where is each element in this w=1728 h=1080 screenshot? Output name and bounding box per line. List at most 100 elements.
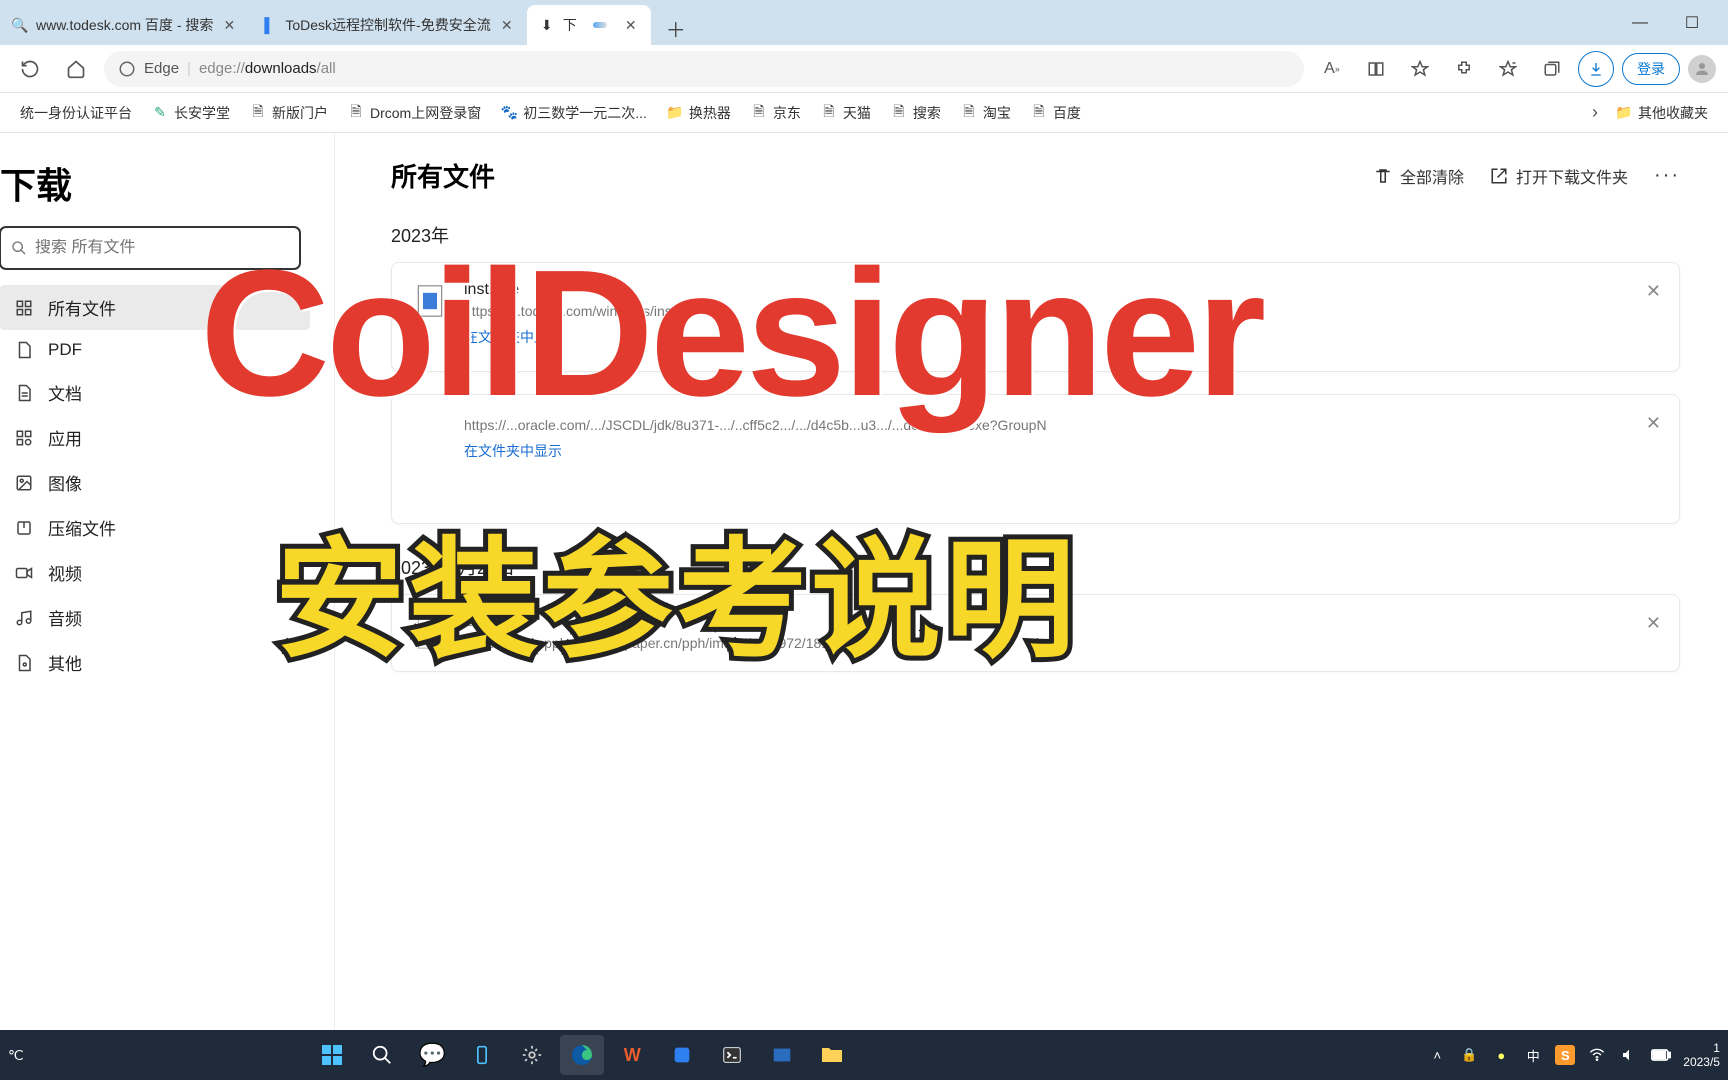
split-icon[interactable] <box>1358 51 1394 87</box>
file-icon: 🗎 <box>348 105 364 121</box>
file-icon: 🗎 <box>891 105 907 121</box>
chevron-up-icon[interactable]: ˄ <box>1427 1045 1447 1065</box>
remove-download-button[interactable]: ✕ <box>1646 413 1661 434</box>
taskbar-explorer[interactable] <box>810 1035 854 1075</box>
browser-tab[interactable]: ▌ ToDesk远程控制软件-免费安全流 ✕ <box>249 5 526 45</box>
start-button[interactable] <box>310 1035 354 1075</box>
system-tray: ˄ 🔒 ● 中 S 1 2023/5 <box>1427 1041 1720 1070</box>
collections-icon[interactable] <box>1490 51 1526 87</box>
baidu-icon: 🐾 <box>501 105 517 121</box>
todesk-icon: ▌ <box>261 17 277 33</box>
ime-brand-icon[interactable]: S <box>1555 1045 1575 1065</box>
taskbar-wps[interactable]: W <box>610 1035 654 1075</box>
bookmark-item[interactable]: 🗎新版门户 <box>242 99 336 127</box>
header-actions: 全部清除 打开下载文件夹 ··· <box>1374 164 1680 188</box>
favorite-icon[interactable] <box>1402 51 1438 87</box>
other-icon <box>14 653 34 673</box>
new-tab-button[interactable]: ＋ <box>659 11 693 45</box>
text-size-icon[interactable]: A» <box>1314 51 1350 87</box>
doc-icon <box>14 383 34 403</box>
more-button[interactable]: ··· <box>1654 164 1680 187</box>
tray-app-icon[interactable]: 🔒 <box>1459 1045 1479 1065</box>
taskbar-phone[interactable] <box>460 1035 504 1075</box>
downloads-icon[interactable] <box>1578 51 1614 87</box>
bookmark-item[interactable]: 🗎京东 <box>743 99 809 127</box>
bookmark-item[interactable]: 🗎Drcom上网登录窗 <box>340 99 489 127</box>
home-button[interactable] <box>58 51 94 87</box>
bookmark-item[interactable]: 统一身份认证平台 <box>12 99 140 127</box>
video-icon <box>14 563 34 583</box>
tab-bar: 🔍 www.todesk.com 百度 - 搜索 ✕ ▌ ToDesk远程控制软… <box>0 0 1728 45</box>
wifi-icon[interactable] <box>1587 1045 1607 1065</box>
open-external-icon <box>1490 167 1508 185</box>
tabs-icon[interactable] <box>1534 51 1570 87</box>
clock[interactable]: 1 2023/5 <box>1683 1041 1720 1070</box>
file-icon: 🗎 <box>751 105 767 121</box>
tab-title: www.todesk.com 百度 - 搜索 <box>36 15 213 35</box>
trash-icon <box>1374 167 1392 185</box>
taskbar-app[interactable] <box>760 1035 804 1075</box>
close-icon[interactable]: ✕ <box>623 17 639 33</box>
url-text: edge://downloads/all <box>199 60 336 77</box>
weather-widget[interactable]: ℃ <box>8 1047 24 1064</box>
bookmark-item[interactable]: 📁换热器 <box>659 99 739 127</box>
bookmark-item[interactable]: 🐾初三数学一元二次... <box>493 99 655 127</box>
bookmark-item[interactable]: 🗎搜索 <box>883 99 949 127</box>
overlay-title: CoilDesigner <box>200 230 1262 437</box>
other-bookmarks[interactable]: 📁其他收藏夹 <box>1608 99 1716 127</box>
image-icon <box>14 473 34 493</box>
ime-icon[interactable]: 中 <box>1523 1045 1543 1065</box>
close-icon[interactable]: ✕ <box>499 17 515 33</box>
extensions-icon[interactable] <box>1446 51 1482 87</box>
bookmark-item[interactable]: ✎长安学堂 <box>144 99 238 127</box>
minimize-button[interactable]: — <box>1624 7 1656 39</box>
login-button[interactable]: 登录 <box>1622 53 1680 85</box>
tab-progress <box>593 22 607 28</box>
open-folder-button[interactable]: 打开下载文件夹 <box>1490 164 1628 188</box>
browser-name: Edge <box>144 60 179 77</box>
close-icon[interactable]: ✕ <box>221 17 237 33</box>
bookmarks-overflow: › 📁其他收藏夹 <box>1592 99 1716 127</box>
show-in-folder-link[interactable]: 在文件夹中显示 <box>464 441 1657 461</box>
search-icon <box>11 240 27 256</box>
taskbar-search[interactable] <box>360 1035 404 1075</box>
taskbar-todesk[interactable] <box>660 1035 704 1075</box>
file-icon: 🗎 <box>250 105 266 121</box>
taskbar-edge[interactable] <box>560 1035 604 1075</box>
grid-icon <box>14 298 34 318</box>
tab-title: ToDesk远程控制软件-免费安全流 <box>285 15 490 35</box>
content-header: 所有文件 全部清除 打开下载文件夹 ··· <box>391 157 1680 194</box>
browser-tab[interactable]: 🔍 www.todesk.com 百度 - 搜索 ✕ <box>0 5 249 45</box>
bookmarks-bar: 统一身份认证平台 ✎长安学堂 🗎新版门户 🗎Drcom上网登录窗 🐾初三数学一元… <box>0 93 1728 133</box>
sidebar-title: 下载 <box>0 157 334 227</box>
battery-icon[interactable] <box>1651 1045 1671 1065</box>
taskbar: ℃ 💬 W ˄ 🔒 ● 中 S 1 2023/5 <box>0 1030 1728 1080</box>
remove-download-button[interactable]: ✕ <box>1646 613 1661 634</box>
browser-tab-active[interactable]: ⬇ 下载 ✕ <box>527 5 651 45</box>
maximize-button[interactable]: ☐ <box>1676 7 1708 39</box>
download-icon: ⬇ <box>539 17 555 33</box>
folder-icon: 📁 <box>667 105 683 121</box>
taskbar-terminal[interactable] <box>710 1035 754 1075</box>
taskbar-wechat[interactable]: 💬 <box>410 1035 454 1075</box>
bookmark-item[interactable]: 🗎淘宝 <box>953 99 1019 127</box>
volume-icon[interactable] <box>1619 1045 1639 1065</box>
taskbar-settings[interactable] <box>510 1035 554 1075</box>
search-icon: 🔍 <box>12 17 28 33</box>
overlay-subtitle: 安装参考说明 <box>275 495 1079 683</box>
bookmark-icon: ✎ <box>152 105 168 121</box>
bookmark-item[interactable]: 🗎天猫 <box>813 99 879 127</box>
refresh-button[interactable] <box>12 51 48 87</box>
bookmark-item[interactable]: 🗎百度 <box>1023 99 1089 127</box>
remove-download-button[interactable]: ✕ <box>1646 281 1661 302</box>
file-icon: 🗎 <box>821 105 837 121</box>
file-icon: 🗎 <box>1031 105 1047 121</box>
audio-icon <box>14 608 34 628</box>
avatar[interactable] <box>1688 55 1716 83</box>
chevron-right-icon[interactable]: › <box>1592 102 1598 123</box>
url-field[interactable]: Edge | edge://downloads/all <box>104 51 1304 87</box>
clear-all-button[interactable]: 全部清除 <box>1374 164 1464 188</box>
zip-icon <box>14 518 34 538</box>
pdf-icon <box>14 340 34 360</box>
tray-app-icon[interactable]: ● <box>1491 1045 1511 1065</box>
